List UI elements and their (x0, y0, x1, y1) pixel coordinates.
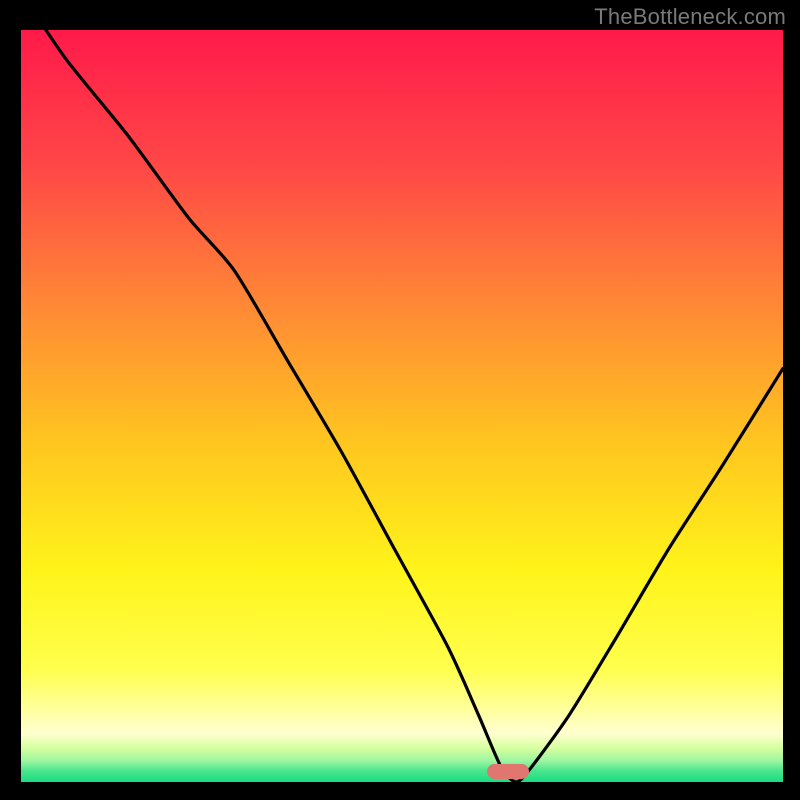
chart-container: TheBottleneck.com (0, 0, 800, 800)
plot-svg (21, 30, 783, 782)
plot-area (21, 30, 783, 782)
attribution-label: TheBottleneck.com (594, 4, 786, 30)
optimum-marker (487, 764, 529, 779)
